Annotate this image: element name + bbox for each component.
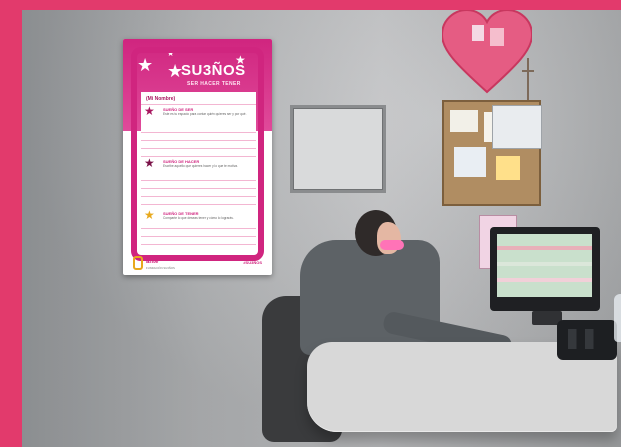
name-label: (Mi Nombre)	[146, 96, 176, 102]
mini-star-icon: ★	[144, 104, 155, 118]
writing-line	[141, 244, 256, 245]
writing-line	[141, 196, 256, 197]
writing-line	[141, 236, 256, 237]
footer-brand: ante	[146, 259, 159, 265]
writing-line	[141, 140, 256, 141]
section-text: Comparte lo que deseas tener y cómo lo l…	[163, 216, 234, 220]
monitor-stripe	[497, 246, 592, 250]
badge-icon	[133, 256, 143, 270]
poster-footer: ante FUNDACIÓN SU3ÑOS #SU3ÑOS	[133, 256, 262, 273]
heart-decoration	[442, 10, 532, 94]
heart-paper	[490, 28, 504, 46]
writing-line	[141, 180, 256, 181]
writing-line	[141, 188, 256, 189]
heart-photo	[472, 25, 484, 41]
whiteboard	[290, 105, 386, 193]
monitor-stripe	[497, 262, 592, 266]
phone-buttons	[568, 329, 602, 349]
writing-line	[141, 156, 256, 157]
monitor-stripe	[497, 278, 592, 282]
face-mask	[380, 240, 404, 250]
mini-star-icon: ★	[144, 208, 155, 222]
sticky-note	[496, 156, 520, 180]
image-frame: ★ ★ ★ ★ SU3ÑOS SER HACER TENER (Mi Nombr…	[0, 0, 621, 447]
section-text: Escribe aquello que quieres hacer y lo q…	[163, 164, 238, 168]
writing-line	[141, 228, 256, 229]
section-text: Este es tu espacio para contar quién qui…	[163, 112, 247, 116]
footer-small-text: FUNDACIÓN SU3ÑOS	[146, 266, 175, 270]
mini-star-icon: ★	[144, 156, 155, 170]
writing-line	[141, 148, 256, 149]
water-bottle	[614, 294, 621, 342]
writing-line	[141, 132, 256, 133]
su3nos-poster: ★ ★ ★ ★ SU3ÑOS SER HACER TENER (Mi Nombr…	[123, 39, 272, 275]
footer-hashtag: #SU3ÑOS	[243, 260, 262, 265]
cork-note	[450, 110, 478, 132]
poster-body: (Mi Nombre) ★ SUEÑO DE SER Este es tu es…	[141, 92, 256, 254]
calendar	[492, 105, 542, 149]
writing-line	[141, 104, 256, 105]
cork-note	[454, 147, 486, 177]
writing-line	[141, 204, 256, 205]
office-photo	[22, 10, 621, 447]
